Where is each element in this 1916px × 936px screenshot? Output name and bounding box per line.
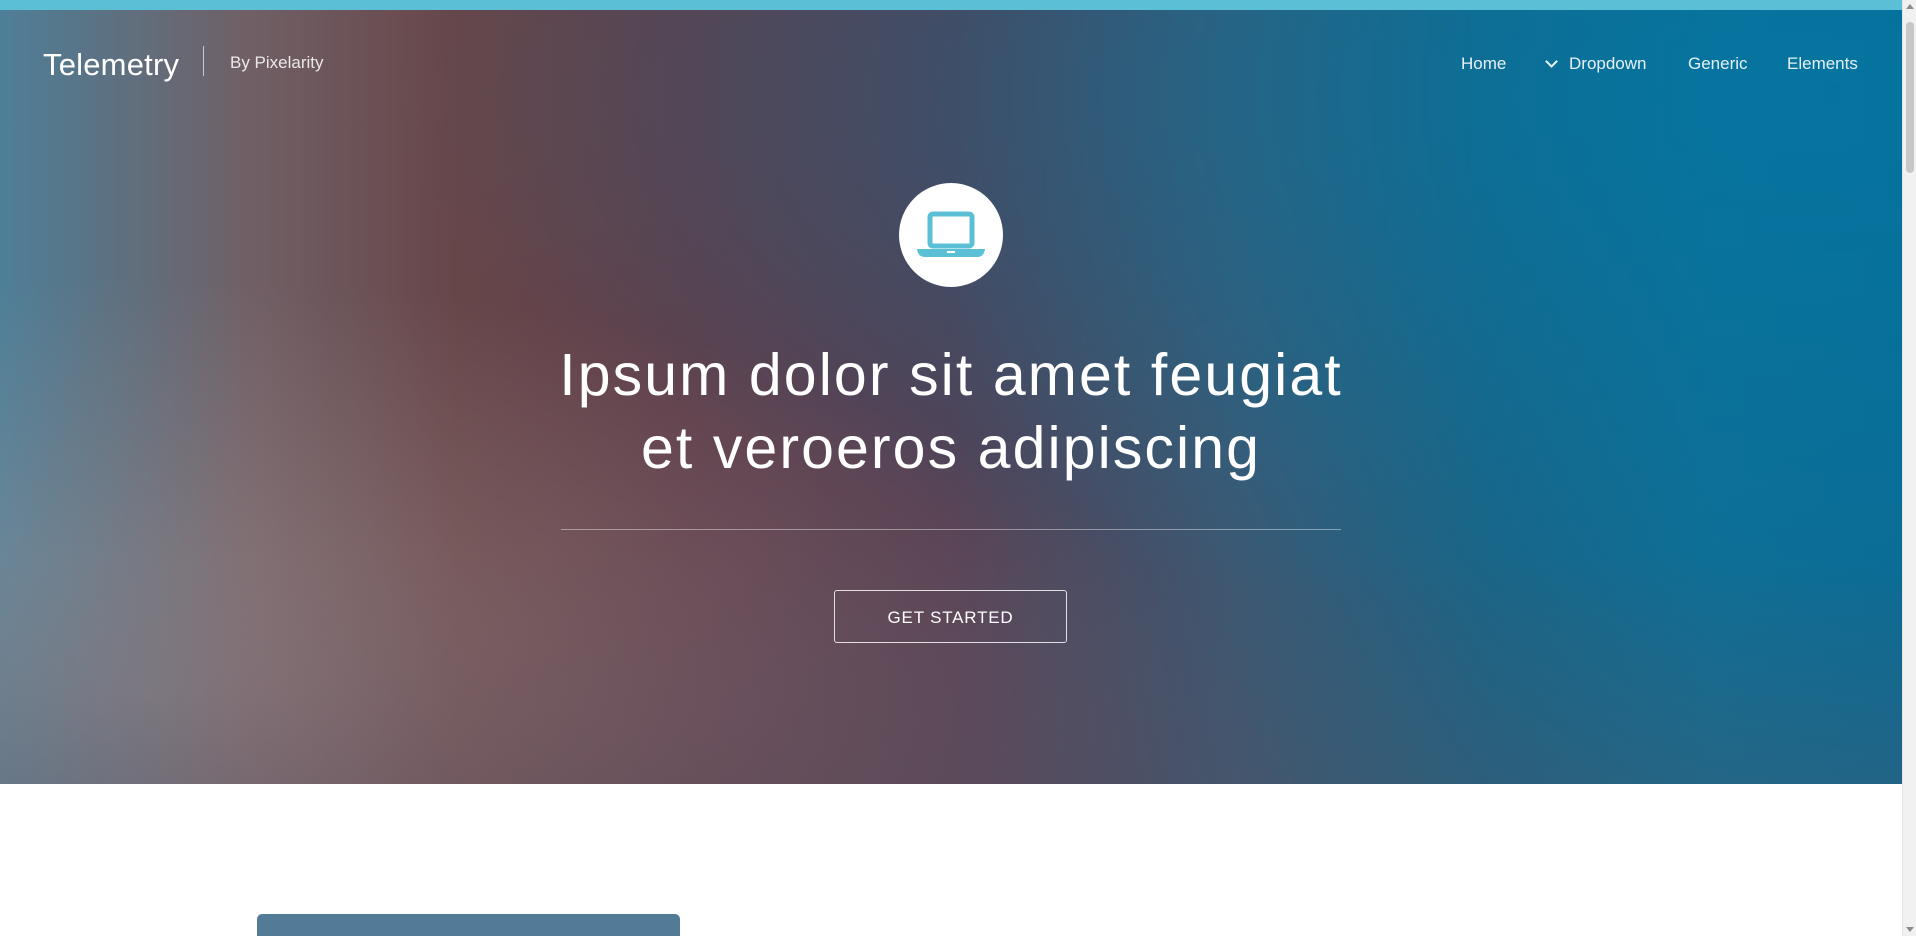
laptop-icon: [917, 211, 985, 257]
hero-content: Ipsum dolor sit amet feugiat et veroeros…: [0, 0, 1902, 784]
scroll-up-arrow-icon[interactable]: [1906, 4, 1914, 9]
top-accent-bar: [0, 0, 1916, 10]
nav-link-generic[interactable]: Generic: [1688, 52, 1748, 76]
content-section: [0, 784, 1902, 936]
vertical-scrollbar[interactable]: [1902, 0, 1916, 936]
hero-title: Ipsum dolor sit amet feugiat et veroeros…: [520, 339, 1382, 485]
nav-dropdown-toggle[interactable]: Dropdown: [1545, 52, 1647, 76]
nav-link-home[interactable]: Home: [1461, 52, 1506, 76]
chevron-down-icon: [1545, 55, 1558, 68]
brand-divider: [203, 46, 204, 76]
page: Telemetry By Pixelarity Home Dropdown Ge…: [0, 0, 1916, 936]
hero-icon-circle: [899, 183, 1003, 287]
hero-title-line-2: et veroeros adipiscing: [640, 415, 1262, 481]
nav-dropdown-label: Dropdown: [1569, 54, 1647, 73]
scroll-down-arrow-icon[interactable]: [1906, 927, 1914, 932]
nav-link-elements[interactable]: Elements: [1787, 52, 1858, 76]
site-byline: By Pixelarity: [230, 53, 324, 72]
hero-title-line-1: Ipsum dolor sit amet feugiat: [559, 342, 1343, 408]
site-header: Telemetry By Pixelarity Home Dropdown Ge…: [0, 10, 1902, 114]
feature-card-top: [257, 914, 680, 936]
scrollbar-thumb[interactable]: [1906, 22, 1914, 173]
get-started-button[interactable]: GET STARTED: [834, 590, 1067, 643]
site-logo-link[interactable]: Telemetry: [43, 46, 179, 84]
hero-divider: [561, 529, 1341, 530]
